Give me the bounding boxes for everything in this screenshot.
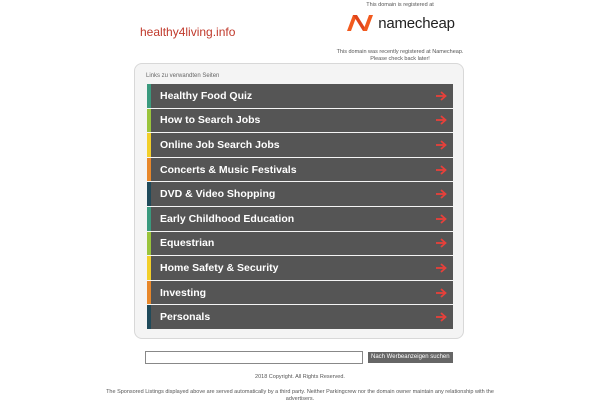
link-color-stripe xyxy=(147,84,151,108)
panel-label: Links zu verwandten Seiten xyxy=(146,73,220,79)
namecheap-wordmark: namecheap xyxy=(378,14,455,32)
registrar-note-line1: This domain was recently registered at N… xyxy=(336,49,464,55)
related-links-panel: Links zu verwandten Seiten Healthy Food … xyxy=(134,63,464,339)
registrar-note: This domain was recently registered at N… xyxy=(330,49,470,63)
namecheap-logo[interactable]: namecheap xyxy=(330,13,470,33)
related-link-label[interactable]: Concerts & Music Festivals xyxy=(160,164,297,176)
arrow-right-icon xyxy=(436,312,447,322)
link-color-stripe xyxy=(147,305,151,329)
arrow-right-icon xyxy=(436,263,447,273)
arrow-right-icon xyxy=(436,214,447,224)
related-link-row[interactable]: Online Job Search Jobs xyxy=(147,133,453,157)
arrow-right-icon xyxy=(436,164,447,175)
link-color-stripe xyxy=(147,280,151,305)
related-link-row[interactable]: Concerts & Music Festivals xyxy=(147,157,453,182)
related-links-list: Healthy Food Quiz How to Search Jobs Onlin… xyxy=(147,84,453,330)
related-link-label[interactable]: Online Job Search Jobs xyxy=(160,139,280,151)
related-link-row[interactable]: Healthy Food Quiz xyxy=(147,84,453,108)
related-link-row[interactable]: DVD & Video Shopping xyxy=(147,182,453,206)
site-title[interactable]: healthy4living.info xyxy=(140,25,235,39)
link-color-stripe xyxy=(147,256,151,280)
related-link-label[interactable]: Healthy Food Quiz xyxy=(160,90,252,102)
copyright-text: 2018 Copyright. All Rights Reserved. xyxy=(255,374,345,380)
related-link-row[interactable]: Personals xyxy=(147,305,453,329)
namecheap-logo-icon xyxy=(347,15,374,31)
arrow-right-icon xyxy=(436,287,447,298)
arrow-right-icon xyxy=(436,115,447,126)
link-color-stripe xyxy=(147,157,151,182)
related-link-label[interactable]: Early Childhood Education xyxy=(160,213,294,225)
related-link-row[interactable]: How to Search Jobs xyxy=(147,108,453,133)
link-color-stripe xyxy=(147,133,151,157)
registrar-note-line2: Please check back later! xyxy=(370,56,430,62)
registrar-box: This domain is registered at namecheap T… xyxy=(330,2,470,63)
related-link-label[interactable]: Personals xyxy=(160,311,210,323)
link-color-stripe xyxy=(147,206,151,231)
search-input[interactable] xyxy=(145,351,363,364)
related-link-label[interactable]: Equestrian xyxy=(160,237,214,249)
arrow-right-icon xyxy=(436,238,447,249)
related-link-label[interactable]: DVD & Video Shopping xyxy=(160,188,275,200)
related-link-row[interactable]: Investing xyxy=(147,280,453,305)
disclaimer-text: The Sponsored Listings displayed above a… xyxy=(106,389,494,402)
link-color-stripe xyxy=(147,108,151,133)
related-link-label[interactable]: Investing xyxy=(160,287,206,299)
arrow-right-icon xyxy=(436,189,447,199)
arrow-right-icon xyxy=(436,140,447,150)
link-color-stripe xyxy=(147,231,151,256)
related-link-row[interactable]: Early Childhood Education xyxy=(147,206,453,231)
registered-text: This domain is registered at xyxy=(366,2,434,8)
search-ads-button[interactable]: Nach Werbeanzeigen suchen xyxy=(368,352,453,363)
link-color-stripe xyxy=(147,182,151,206)
arrow-right-icon xyxy=(436,91,447,101)
related-link-row[interactable]: Equestrian xyxy=(147,231,453,256)
related-link-label[interactable]: Home Safety & Security xyxy=(160,262,278,274)
search-area: Nach Werbeanzeigen suchen xyxy=(145,351,453,364)
related-link-row[interactable]: Home Safety & Security xyxy=(147,256,453,280)
related-link-label[interactable]: How to Search Jobs xyxy=(160,114,260,126)
